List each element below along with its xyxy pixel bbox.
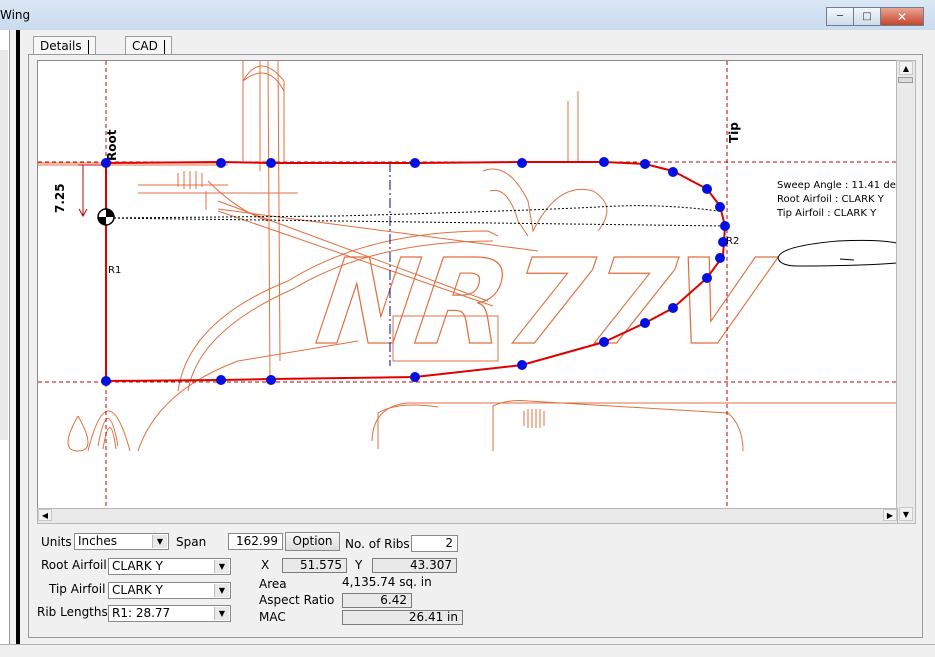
- window-title: Wing: [0, 8, 31, 22]
- aspect-ratio-value: 6.42: [342, 593, 412, 608]
- left-side-panel: [0, 30, 10, 644]
- centroid-marker[interactable]: [97, 208, 115, 226]
- control-point[interactable]: [715, 202, 725, 212]
- control-point[interactable]: [101, 376, 111, 386]
- y-value: 43.307: [372, 558, 457, 573]
- control-point[interactable]: [410, 372, 420, 382]
- area-label: Area: [259, 577, 287, 591]
- mac-label: MAC: [259, 610, 286, 624]
- tab-divider: [163, 39, 165, 54]
- units-value: Inches: [78, 534, 117, 548]
- tab-details[interactable]: Details: [33, 36, 96, 55]
- control-point[interactable]: [101, 158, 111, 168]
- units-select[interactable]: Inches ▼: [74, 533, 169, 550]
- ribs-input[interactable]: 2: [411, 535, 458, 552]
- mac-line: [105, 205, 726, 227]
- span-label: Span: [176, 535, 207, 549]
- control-point[interactable]: [702, 273, 712, 283]
- root-airfoil-label: Root Airfoil: [41, 558, 107, 572]
- control-point[interactable]: [715, 253, 725, 263]
- tab-details-label: Details: [40, 39, 82, 53]
- tip-airfoil-text: Tip Airfoil : CLARK Y: [776, 208, 877, 219]
- wing-drawing: NR77V 7.25 Root Tip R1 R2 Sweep Angle: …: [38, 61, 897, 510]
- close-icon: ✕: [896, 9, 908, 24]
- tab-cad-label: CAD: [132, 39, 158, 53]
- control-point[interactable]: [640, 159, 650, 169]
- maximize-icon: □: [862, 11, 872, 22]
- aspect-ratio-label: Aspect Ratio: [259, 593, 335, 607]
- dimension-label: 7.25: [53, 183, 67, 213]
- units-label: Units: [41, 535, 72, 549]
- scroll-left-icon[interactable]: ◀: [38, 509, 52, 521]
- registration-text: NR77V: [309, 234, 782, 371]
- root-label: Root: [105, 129, 119, 161]
- title-bar: Wing ─ □ ✕: [0, 0, 935, 30]
- airfoil-chord-mark: [839, 258, 855, 261]
- control-point[interactable]: [216, 158, 226, 168]
- maximize-button[interactable]: □: [853, 7, 881, 26]
- minimize-button[interactable]: ─: [826, 7, 854, 26]
- rib-lengths-select[interactable]: R1: 28.77 ▼: [108, 605, 231, 622]
- chevron-down-icon[interactable]: ▼: [152, 535, 167, 548]
- root-airfoil-text: Root Airfoil : CLARK Y: [777, 194, 885, 205]
- span-input[interactable]: 162.99: [228, 533, 283, 550]
- rib-lengths-value: R1: 28.77: [112, 606, 171, 620]
- control-point[interactable]: [266, 158, 276, 168]
- scroll-up-icon[interactable]: ▲: [899, 61, 913, 75]
- tip-airfoil-label: Tip Airfoil: [49, 582, 106, 596]
- ribs-label: No. of Ribs: [345, 537, 410, 551]
- control-point[interactable]: [599, 337, 609, 347]
- vertical-scrollbar[interactable]: ▲ ▼: [896, 60, 916, 524]
- control-point[interactable]: [517, 158, 527, 168]
- left-scrollbar[interactable]: [0, 50, 8, 440]
- tip-airfoil-value: CLARK Y: [112, 583, 163, 597]
- y-label: Y: [355, 558, 363, 572]
- status-strip: [0, 644, 935, 657]
- minimize-icon: ─: [836, 11, 844, 22]
- control-point[interactable]: [702, 184, 712, 194]
- control-point[interactable]: [517, 360, 527, 370]
- control-point[interactable]: [599, 157, 609, 167]
- control-point[interactable]: [266, 375, 276, 385]
- control-point[interactable]: [410, 158, 420, 168]
- close-button[interactable]: ✕: [880, 7, 924, 26]
- wing-drawing-canvas[interactable]: NR77V 7.25 Root Tip R1 R2 Sweep Angle: …: [37, 60, 898, 511]
- scroll-down-icon[interactable]: ▼: [899, 507, 913, 521]
- x-label: X: [261, 558, 270, 572]
- tip-label: Tip: [727, 122, 741, 143]
- option-button[interactable]: Option: [285, 532, 340, 551]
- airfoil-preview: [777, 239, 897, 267]
- splitter[interactable]: [16, 30, 20, 644]
- tab-divider: [87, 39, 89, 54]
- registration-outline: NR77V: [309, 233, 783, 372]
- x-value: 51.575: [282, 558, 347, 573]
- mac-value: 26.41 in: [342, 610, 463, 625]
- tip-airfoil-select[interactable]: CLARK Y ▼: [108, 582, 231, 599]
- control-point[interactable]: [668, 167, 678, 177]
- control-point[interactable]: [668, 303, 678, 313]
- control-point[interactable]: [720, 221, 730, 231]
- area-value: 4,135.74 sq. in: [342, 575, 432, 589]
- vertical-scroll-thumb[interactable]: [898, 77, 913, 83]
- sweep-angle-text: Sweep Angle : 11.41 deg: [777, 180, 897, 191]
- horizontal-scrollbar[interactable]: ◀ ▶: [37, 508, 898, 524]
- dimension-marker: [78, 164, 106, 218]
- control-point[interactable]: [640, 318, 650, 328]
- root-airfoil-select[interactable]: CLARK Y ▼: [108, 558, 231, 575]
- rib-label-r1: R1: [108, 265, 121, 276]
- root-airfoil-value: CLARK Y: [112, 559, 163, 573]
- chevron-down-icon[interactable]: ▼: [214, 607, 229, 620]
- chevron-down-icon[interactable]: ▼: [214, 584, 229, 597]
- control-point[interactable]: [216, 375, 226, 385]
- tab-cad[interactable]: CAD: [125, 36, 172, 55]
- window-controls: ─ □ ✕: [826, 7, 924, 26]
- rib-lengths-label: Rib Lengths: [37, 605, 108, 619]
- scroll-right-icon[interactable]: ▶: [883, 509, 897, 521]
- chevron-down-icon[interactable]: ▼: [214, 560, 229, 573]
- rib-label-r2: R2: [726, 236, 739, 247]
